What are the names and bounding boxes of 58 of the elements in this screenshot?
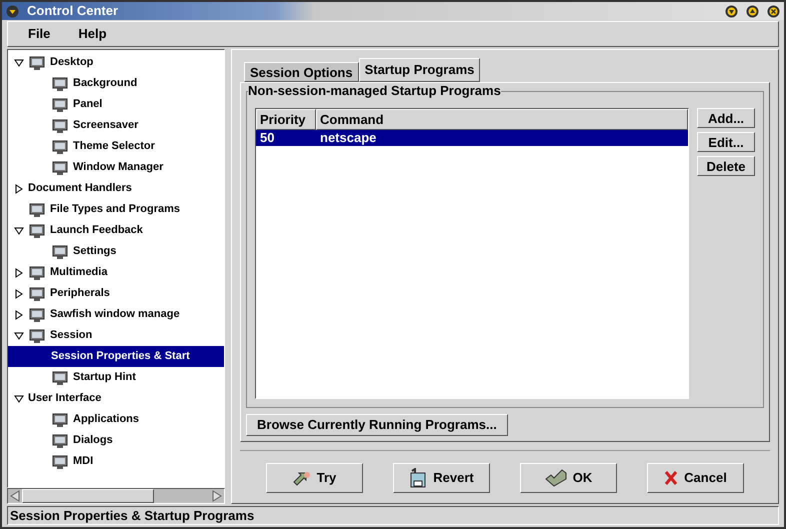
expanded-triangle-icon[interactable]: [14, 330, 24, 340]
action-button[interactable]: OK: [520, 463, 617, 493]
tree-item[interactable]: Settings: [8, 241, 224, 262]
tab[interactable]: Startup Programs: [358, 58, 480, 82]
tree-item[interactable]: Launch Feedback: [8, 220, 224, 241]
floppy-disk-icon: [409, 468, 428, 488]
tree-item[interactable]: Desktop: [8, 52, 224, 73]
tree-item[interactable]: Theme Selector: [8, 136, 224, 157]
tree-item[interactable]: Dialogs: [8, 430, 224, 451]
tree-item[interactable]: Startup Hint: [8, 367, 224, 388]
close-button[interactable]: [767, 4, 780, 18]
check-icon: [544, 469, 567, 487]
tree-item[interactable]: Screensaver: [8, 115, 224, 136]
tree-item[interactable]: Session Properties & Start: [8, 346, 224, 367]
action-button[interactable]: Revert: [393, 463, 490, 493]
group-title: Non-session-managed Startup Programs: [248, 83, 501, 99]
collapsed-triangle-icon[interactable]: [14, 268, 24, 278]
menu-item[interactable]: File: [24, 24, 54, 44]
column-header[interactable]: Priority: [256, 109, 316, 130]
tree-item[interactable]: Background: [8, 73, 224, 94]
browse-button[interactable]: Browse Currently Running Programs...: [246, 414, 508, 436]
window-menu-icon[interactable]: [6, 4, 19, 18]
tree-item[interactable]: Session: [8, 325, 224, 346]
side-button[interactable]: Delete: [697, 156, 755, 176]
collapsed-triangle-icon[interactable]: [14, 288, 24, 298]
tab[interactable]: Session Options: [244, 62, 359, 82]
cross-icon: [664, 470, 678, 486]
menu-item[interactable]: Help: [74, 24, 111, 44]
table-row[interactable]: 50 netscape: [256, 130, 688, 146]
collapsed-triangle-icon[interactable]: [14, 184, 24, 194]
scrollbar-thumb[interactable]: [22, 489, 154, 503]
tree-item[interactable]: Window Manager: [8, 157, 224, 178]
expanded-triangle-icon[interactable]: [14, 226, 24, 236]
tree-item[interactable]: File Types and Programs: [8, 199, 224, 220]
minimize-button[interactable]: [725, 4, 738, 18]
expanded-triangle-icon[interactable]: [14, 58, 24, 68]
side-button[interactable]: Edit...: [697, 132, 755, 152]
tree-item[interactable]: Multimedia: [8, 262, 224, 283]
side-button[interactable]: Add...: [697, 108, 755, 128]
tree-item[interactable]: Document Handlers: [8, 178, 224, 199]
horizontal-scrollbar[interactable]: [7, 488, 225, 504]
action-button[interactable]: Cancel: [647, 463, 744, 493]
expanded-triangle-icon[interactable]: [14, 394, 24, 404]
tree-item[interactable]: Peripherals: [8, 283, 224, 304]
collapsed-triangle-icon[interactable]: [14, 310, 24, 320]
tree-item[interactable]: Sawfish window manage: [8, 304, 224, 325]
window-title: Control Center: [27, 2, 118, 20]
arrow-icon: [292, 470, 311, 486]
maximize-button[interactable]: [746, 4, 759, 18]
tree-item[interactable]: Panel: [8, 94, 224, 115]
action-button[interactable]: Try: [266, 463, 363, 493]
table-cell-text: netscape: [319, 129, 378, 148]
column-header[interactable]: Command: [316, 109, 688, 130]
table-cell-text: 50: [259, 129, 276, 148]
tree-item[interactable]: User Interface: [8, 388, 224, 409]
status-bar: Session Properties & Startup Programs: [7, 506, 779, 525]
tree-item[interactable]: Applications: [8, 409, 224, 430]
tree-item[interactable]: MDI: [8, 451, 224, 472]
